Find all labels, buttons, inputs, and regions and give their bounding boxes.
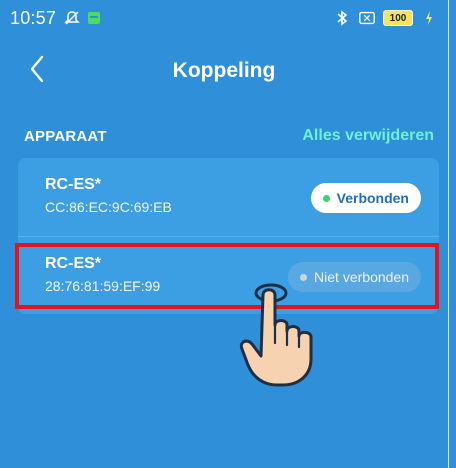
section-header: APPARAAT Alles verwijderen <box>24 127 434 145</box>
battery-indicator: 100 <box>383 10 413 26</box>
bluetooth-icon <box>337 10 348 26</box>
delete-all-link[interactable]: Alles verwijderen <box>302 127 434 145</box>
connected-status-badge[interactable]: Verbonden <box>310 183 421 213</box>
back-button[interactable] <box>24 54 50 84</box>
app-notification-icon <box>88 12 101 24</box>
mute-icon <box>64 11 80 25</box>
connected-status-label: Verbonden <box>336 190 409 206</box>
status-right: 100 <box>333 9 438 27</box>
chevron-left-icon <box>30 55 44 83</box>
app-header: Koppeling <box>0 42 448 100</box>
phone-screen: 10:57 100 Koppeling APPARAAT Alles verwi… <box>0 0 449 468</box>
connected-dot-icon <box>322 194 330 202</box>
no-sim-icon <box>359 11 375 25</box>
status-bar: 10:57 100 <box>0 0 448 36</box>
tutorial-highlight-box <box>15 243 439 309</box>
pointing-hand-icon <box>239 283 313 387</box>
status-left: 10:57 <box>10 7 101 29</box>
page-title: Koppeling <box>172 59 276 82</box>
charging-icon <box>426 11 432 25</box>
status-time: 10:57 <box>10 7 57 28</box>
device-row-connected[interactable]: RC-ES* CC:86:EC:9C:69:EB Verbonden <box>18 158 439 236</box>
section-title: APPARAAT <box>24 127 107 145</box>
